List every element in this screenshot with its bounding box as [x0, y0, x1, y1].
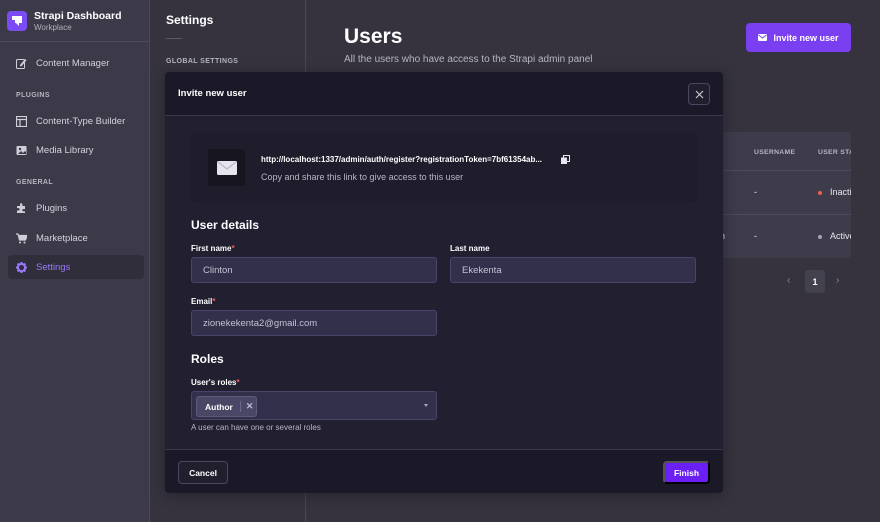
cart-icon: [16, 232, 27, 244]
last-name-input[interactable]: Ekekenta: [450, 257, 696, 283]
sidebar-section-plugins: PLUGINS: [16, 92, 50, 99]
status-cell: Active: [830, 231, 851, 241]
chevron-down-icon[interactable]: [424, 404, 428, 407]
email-input[interactable]: zionekekenta2@gmail.com: [191, 310, 437, 336]
settings-title: Settings: [166, 13, 214, 27]
global-settings-heading: GLOBAL SETTINGS: [166, 58, 239, 65]
brand-header[interactable]: Strapi Dashboard Workplace: [0, 0, 149, 42]
roles-hint: A user can have one or several roles: [191, 423, 321, 432]
strapi-logo-icon: [7, 10, 27, 31]
sidebar-item-label: Plugins: [36, 202, 68, 214]
pencil-icon: [16, 58, 27, 69]
invite-link-box: http://localhost:1337/admin/auth/registe…: [191, 132, 697, 203]
required-mark: *: [212, 297, 216, 306]
email-label: Email*: [191, 297, 215, 306]
status-dot: [818, 235, 822, 239]
envelope-icon: [758, 34, 768, 41]
status-dot: [818, 191, 822, 195]
envelope-icon: [208, 149, 245, 186]
roles-heading: Roles: [191, 352, 224, 366]
divider: [166, 38, 182, 39]
image-icon: [16, 145, 27, 156]
sidebar-item-marketplace[interactable]: Marketplace: [8, 226, 144, 250]
divider: [239, 401, 241, 412]
page-subtitle: All the users who have access to the Str…: [344, 54, 593, 65]
cancel-button[interactable]: Cancel: [178, 461, 228, 484]
column-header-username[interactable]: USERNAME: [754, 149, 795, 156]
sidebar-item-content-type-builder[interactable]: Content-Type Builder: [8, 109, 144, 133]
sidebar-section-general: GENERAL: [16, 179, 54, 186]
sidebar-item-label: Content Manager: [36, 57, 110, 69]
close-modal-button[interactable]: [688, 83, 710, 105]
role-tag-author: Author ✕: [196, 396, 257, 417]
role-tag-label: Author: [205, 401, 233, 412]
first-name-label: First name*: [191, 244, 235, 253]
sidebar-item-plugins[interactable]: Plugins: [8, 196, 144, 220]
copy-icon[interactable]: [561, 155, 570, 164]
sidebar-item-label: Marketplace: [36, 232, 88, 244]
pagination-prev-button[interactable]: ‹: [787, 275, 790, 286]
puzzle-icon: [16, 202, 27, 214]
column-header-user-status[interactable]: USER STATUS: [818, 149, 851, 156]
modal-title: Invite new user: [178, 88, 247, 99]
finish-button[interactable]: Finish: [663, 461, 710, 484]
remove-role-icon[interactable]: ✕: [246, 401, 254, 412]
brand-name: Strapi Dashboard: [34, 9, 122, 22]
invite-user-modal: Invite new user http://localhost:1337/ad…: [165, 72, 723, 493]
status-cell: Inactive: [830, 187, 851, 197]
workspace-name: Workplace: [34, 22, 72, 32]
required-mark: *: [236, 378, 240, 387]
main-sidebar: Strapi Dashboard Workplace Content Manag…: [0, 0, 150, 522]
invite-link-hint: Copy and share this link to give access …: [261, 172, 464, 182]
first-name-input[interactable]: Clinton: [191, 257, 437, 283]
close-icon: [695, 90, 703, 98]
gear-icon: [16, 261, 27, 273]
invite-new-user-button[interactable]: Invite new user: [746, 23, 851, 52]
invite-button-label: Invite new user: [773, 32, 839, 43]
label-text: Email: [191, 297, 213, 306]
modal-header: Invite new user: [165, 72, 723, 116]
page-title: Users: [344, 25, 403, 48]
pagination-page-1[interactable]: 1: [805, 270, 825, 293]
modal-footer: Cancel Finish: [165, 449, 723, 493]
sidebar-item-label: Content-Type Builder: [36, 115, 126, 127]
username-cell: -: [754, 187, 757, 197]
invite-link-url[interactable]: http://localhost:1337/admin/auth/registe…: [261, 155, 542, 164]
sidebar-item-media-library[interactable]: Media Library: [8, 138, 144, 162]
label-text: First name: [191, 244, 232, 253]
sidebar-item-content-manager[interactable]: Content Manager: [8, 51, 144, 75]
sidebar-item-settings[interactable]: Settings: [8, 255, 144, 279]
label-text: User's roles: [191, 378, 237, 387]
sidebar-item-label: Media Library: [36, 144, 94, 156]
pagination-next-button[interactable]: ›: [836, 275, 839, 286]
last-name-label: Last name: [450, 244, 490, 253]
roles-select[interactable]: Author ✕: [191, 391, 437, 420]
required-mark: *: [231, 244, 235, 253]
layout-icon: [16, 115, 27, 127]
users-roles-label: User's roles*: [191, 378, 240, 387]
sidebar-item-label: Settings: [36, 261, 71, 273]
user-details-heading: User details: [191, 218, 260, 232]
username-cell: -: [754, 231, 757, 241]
